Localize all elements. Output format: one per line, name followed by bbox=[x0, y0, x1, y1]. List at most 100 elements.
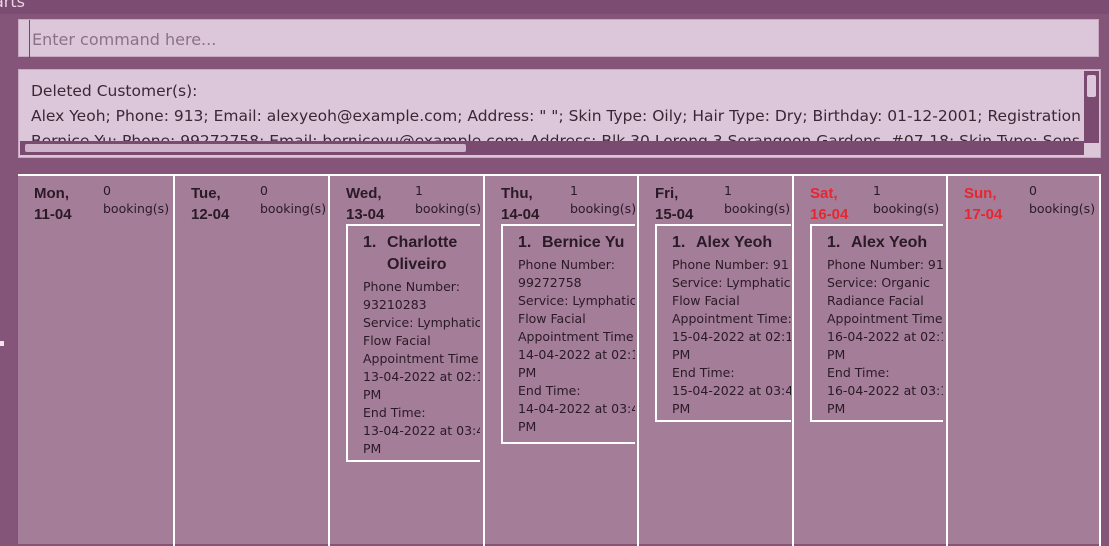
day-date: 15-04 bbox=[655, 206, 694, 223]
result-horizontal-scrollbar[interactable] bbox=[20, 141, 1084, 155]
end-time-label: End Time: bbox=[827, 365, 890, 380]
day-name: Tue, bbox=[191, 185, 221, 202]
end-time-ampm: PM bbox=[518, 419, 537, 434]
booking-count-label: booking(s) bbox=[1029, 201, 1096, 216]
service-line-1: Service: Lymphatic bbox=[363, 315, 480, 330]
appointment-ampm: PM bbox=[827, 347, 846, 362]
left-edge-mark bbox=[0, 341, 4, 346]
service-line-1: Service: Lymphatic bbox=[518, 293, 635, 308]
booking-count-label: booking(s) bbox=[415, 201, 482, 216]
booking-count: 1 booking(s) bbox=[724, 182, 790, 218]
end-time-ampm: PM bbox=[363, 441, 382, 456]
appointment-label: Appointment Time: bbox=[518, 329, 635, 344]
booking-count: 0 booking(s) bbox=[260, 182, 326, 218]
day-column-thu: Thu, 14-04 1 booking(s) 1. Bernice Yu Phon… bbox=[485, 176, 639, 546]
day-name: Fri, bbox=[655, 185, 679, 202]
day-header: Sat, 16-04 bbox=[810, 183, 848, 225]
result-display[interactable]: Deleted Customer(s): Alex Yeoh; Phone: 9… bbox=[18, 69, 1101, 158]
customer-name: 1. Bernice Yu bbox=[518, 232, 624, 254]
service-line-2: Flow Facial bbox=[363, 333, 431, 348]
day-column-tue: Tue, 12-04 0 booking(s) bbox=[175, 176, 330, 546]
booking-card[interactable]: 1. Alex Yeoh Phone Number: 91 Service: O… bbox=[810, 224, 943, 422]
booking-count-number: 1 bbox=[724, 183, 732, 198]
command-input[interactable] bbox=[29, 20, 1094, 58]
day-column-sat: Sat, 16-04 1 booking(s) 1. Alex Yeoh Phone… bbox=[794, 176, 948, 546]
service-line-1: Service: Organic bbox=[827, 275, 931, 290]
booking-index: 1. bbox=[363, 234, 377, 251]
booking-index: 1. bbox=[827, 234, 841, 251]
customer-name-text: Bernice Yu bbox=[542, 234, 625, 251]
customer-name: 1. Alex Yeoh bbox=[827, 232, 927, 254]
appointment-time: 15-04-2022 at 02:15 bbox=[672, 329, 791, 344]
booking-count-number: 0 bbox=[103, 183, 111, 198]
phone-number: 93210283 bbox=[363, 297, 427, 312]
booking-index: 1. bbox=[518, 234, 532, 251]
appointment-label: Appointment Time: bbox=[672, 311, 791, 326]
appointment-time: 16-04-2022 at 02:15 bbox=[827, 329, 943, 344]
booking-count-label: booking(s) bbox=[724, 201, 791, 216]
appointment-label: Appointment Time: bbox=[363, 351, 480, 366]
booking-count-label: booking(s) bbox=[570, 201, 637, 216]
day-date: 11-04 bbox=[34, 206, 72, 223]
end-time-label: End Time: bbox=[363, 405, 426, 420]
day-column-fri: Fri, 15-04 1 booking(s) 1. Alex Yeoh Phone… bbox=[639, 176, 794, 546]
booking-details: Phone Number: 93210283 Service: Lymphati… bbox=[363, 278, 480, 458]
booking-details: Phone Number: 91 Service: Lymphatic Flow… bbox=[672, 256, 791, 418]
day-date: 13-04 bbox=[346, 206, 385, 223]
day-name: Mon, bbox=[34, 185, 69, 202]
booking-card[interactable]: 1. Charlotte Oliveiro Phone Number: 9321… bbox=[346, 224, 480, 462]
phone-number: 99272758 bbox=[518, 275, 582, 290]
appointment-ampm: PM bbox=[363, 387, 382, 402]
day-name: Wed, bbox=[346, 185, 382, 202]
result-line-1: Deleted Customer(s): bbox=[31, 82, 198, 100]
horizontal-scroll-thumb[interactable] bbox=[25, 144, 466, 152]
booking-count-number: 0 bbox=[1029, 183, 1037, 198]
booking-count: 0 booking(s) bbox=[103, 182, 169, 218]
day-header: Tue, 12-04 bbox=[191, 183, 229, 225]
appointment-label: Appointment Time: bbox=[827, 311, 943, 326]
booking-card[interactable]: 1. Alex Yeoh Phone Number: 91 Service: L… bbox=[655, 224, 791, 422]
command-box bbox=[18, 19, 1099, 58]
result-line-2: Alex Yeoh; Phone: 913; Email: alexyeoh@e… bbox=[31, 107, 1081, 125]
service-line-2: Flow Facial bbox=[672, 293, 740, 308]
service-line-2: Flow Facial bbox=[518, 311, 586, 326]
booking-index: 1. bbox=[672, 234, 686, 251]
booking-count-label: booking(s) bbox=[103, 201, 170, 216]
day-column-mon: Mon, 11-04 0 booking(s) bbox=[18, 176, 175, 546]
day-date: 14-04 bbox=[501, 206, 540, 223]
booking-count: 1 booking(s) bbox=[873, 182, 939, 218]
day-header: Mon, 11-04 bbox=[34, 183, 72, 225]
end-time: 15-04-2022 at 03:45 bbox=[672, 383, 791, 398]
phone-label: Phone Number: bbox=[518, 257, 615, 272]
day-header: Fri, 15-04 bbox=[655, 183, 693, 225]
booking-count-label: booking(s) bbox=[873, 201, 940, 216]
day-column-wed: Wed, 13-04 1 booking(s) 1. Charlotte Olive… bbox=[330, 176, 485, 546]
booking-count-number: 1 bbox=[570, 183, 578, 198]
booking-calendar: Mon, 11-04 0 booking(s) Tue, 12-04 0 booking… bbox=[18, 174, 1101, 546]
booking-count-number: 1 bbox=[873, 183, 881, 198]
end-time: 13-04-2022 at 03:45 bbox=[363, 423, 480, 438]
phone-line: Phone Number: 91 bbox=[672, 257, 789, 272]
appointment-time: 14-04-2022 at 02:15 bbox=[518, 347, 635, 362]
booking-count: 1 booking(s) bbox=[570, 182, 636, 218]
result-text: Deleted Customer(s): Alex Yeoh; Phone: 9… bbox=[31, 79, 1081, 143]
day-header: Sun, 17-04 bbox=[964, 183, 1002, 225]
day-date: 17-04 bbox=[964, 206, 1003, 223]
booking-count: 0 booking(s) bbox=[1029, 182, 1095, 218]
end-time: 16-04-2022 at 03:15 bbox=[827, 383, 943, 398]
window-title-bar: arts bbox=[0, 0, 1109, 14]
booking-count-label: booking(s) bbox=[260, 201, 327, 216]
window-title: arts bbox=[0, 0, 25, 11]
booking-details: Phone Number: 91 Service: Organic Radian… bbox=[827, 256, 943, 418]
result-vertical-scrollbar[interactable] bbox=[1084, 71, 1099, 143]
appointment-ampm: PM bbox=[518, 365, 537, 380]
service-line-1: Service: Lymphatic bbox=[672, 275, 791, 290]
customer-name: 1. Charlotte Oliveiro bbox=[363, 232, 480, 276]
phone-line: Phone Number: 91 bbox=[827, 257, 943, 272]
end-time-ampm: PM bbox=[672, 401, 691, 416]
booking-card[interactable]: 1. Bernice Yu Phone Number: 99272758 Ser… bbox=[501, 224, 635, 444]
day-date: 16-04 bbox=[810, 206, 849, 223]
end-time-label: End Time: bbox=[518, 383, 581, 398]
day-column-sun: Sun, 17-04 0 booking(s) bbox=[948, 176, 1101, 546]
vertical-scroll-thumb[interactable] bbox=[1087, 75, 1096, 97]
